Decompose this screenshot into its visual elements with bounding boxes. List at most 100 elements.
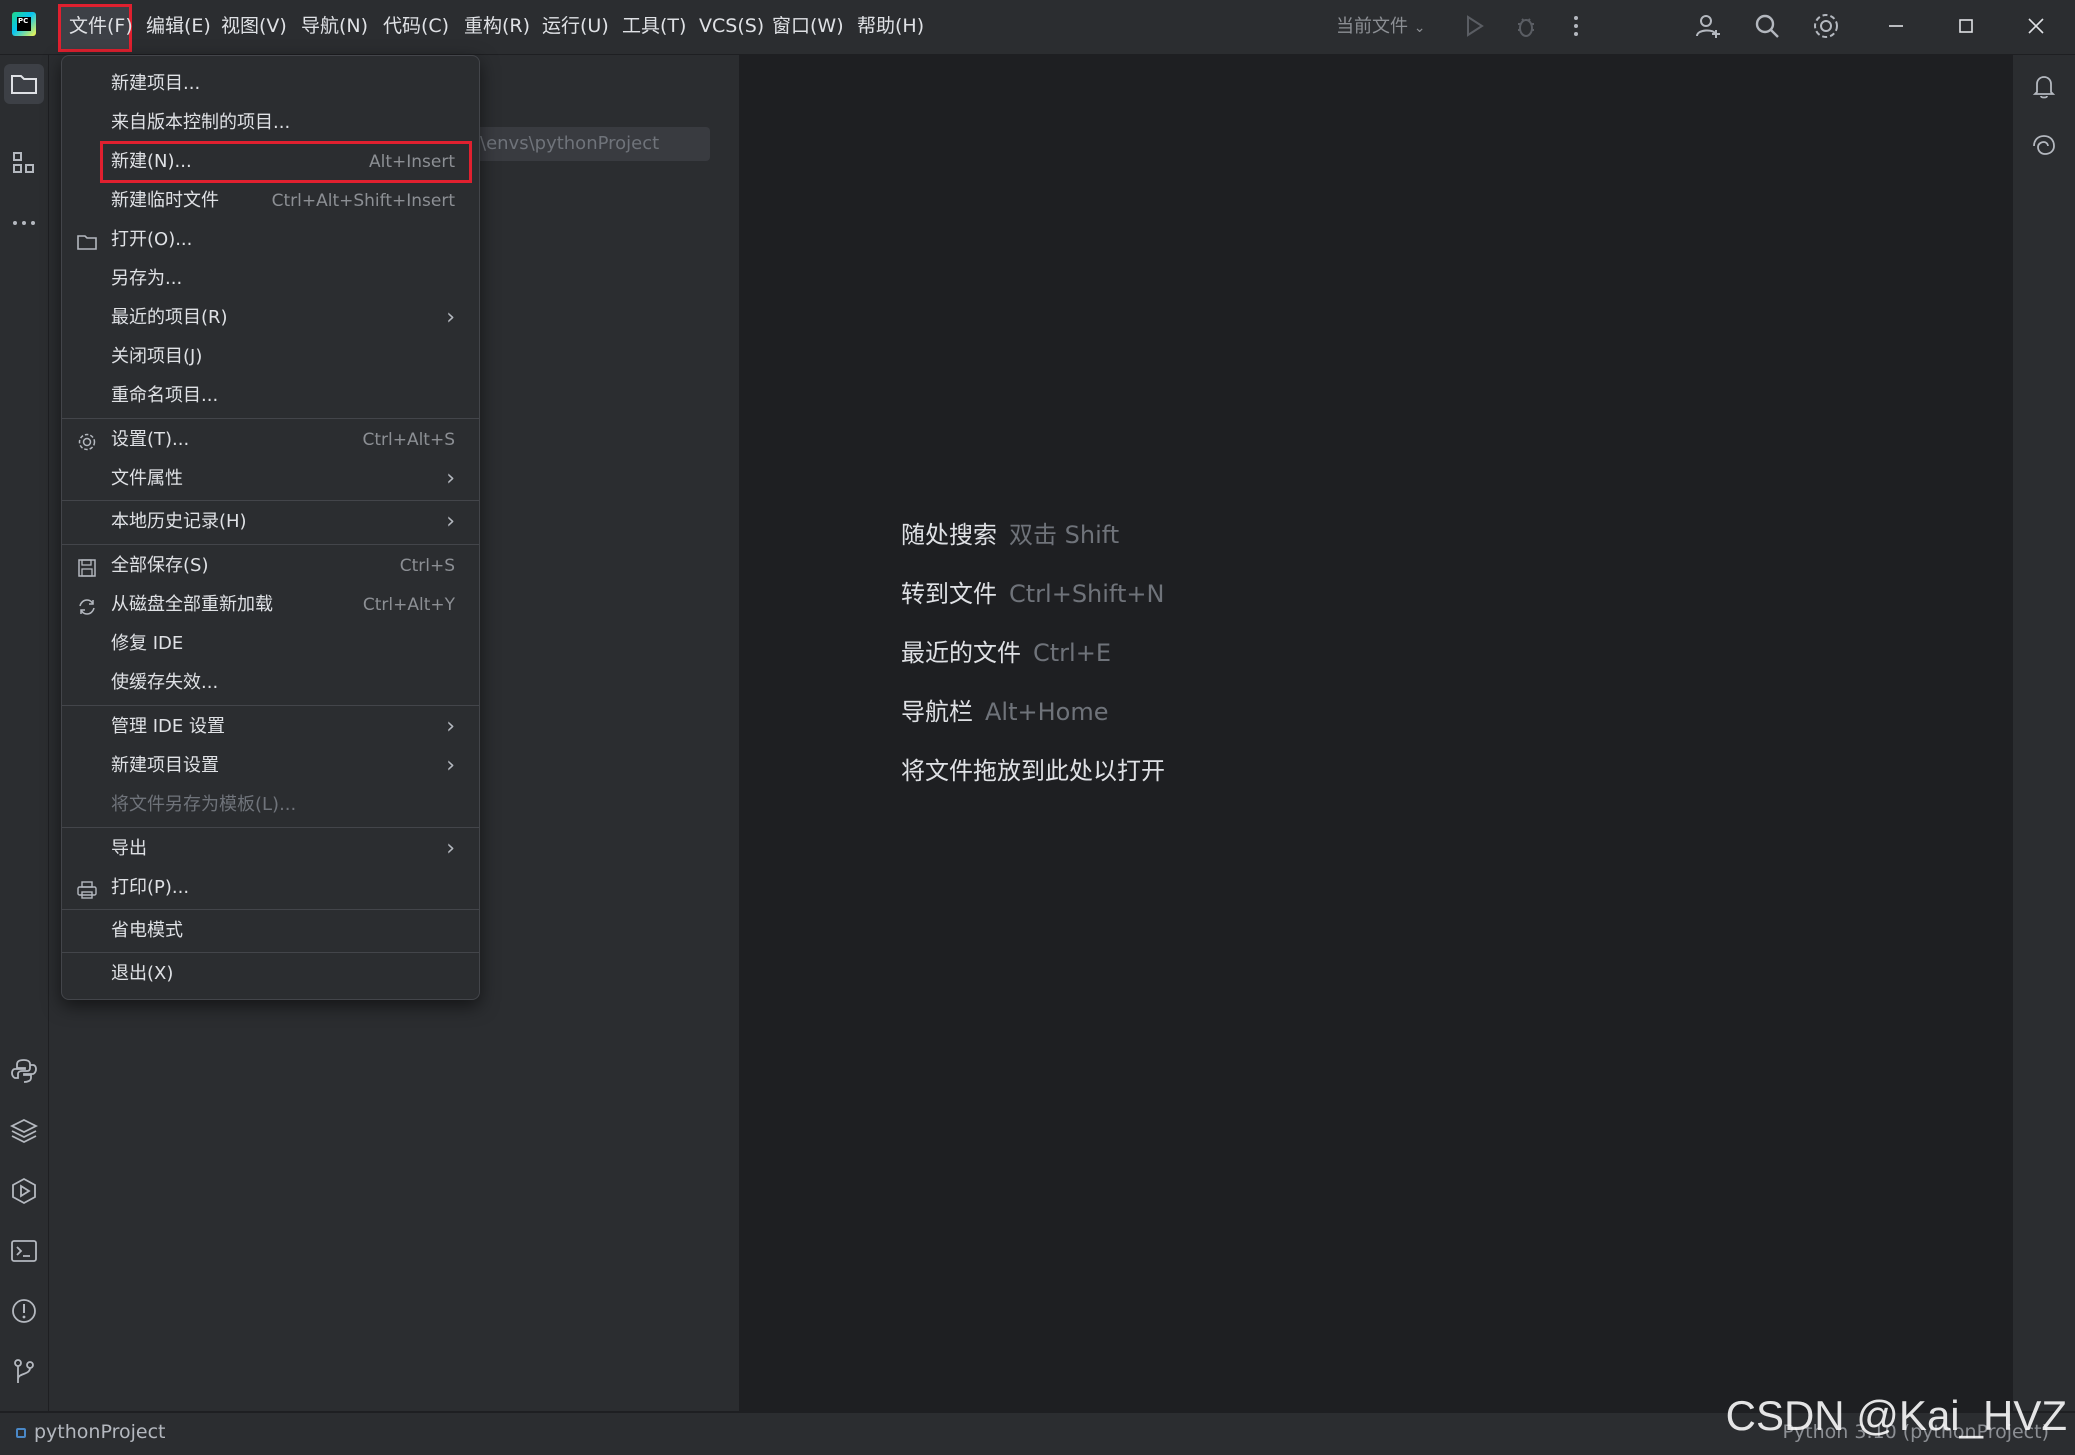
menu-refactor[interactable]: 重构(R) — [464, 12, 530, 40]
menu-item-settings[interactable]: 设置(T)... Ctrl+Alt+S — [70, 422, 471, 458]
menu-item-label: 新建临时文件 — [111, 190, 219, 211]
menu-tools[interactable]: 工具(T) — [622, 12, 686, 40]
chevron-right-icon: › — [446, 466, 455, 491]
menu-separator — [62, 909, 479, 910]
print-icon — [76, 878, 98, 900]
hint-navigation-bar: 导航栏 Alt+Home — [901, 692, 1108, 727]
hint-label: 将文件拖放到此处以打开 — [901, 757, 1165, 785]
structure-icon[interactable] — [8, 147, 40, 179]
menu-item-power-save-mode[interactable]: 省电模式 — [70, 913, 471, 949]
menu-item-open[interactable]: 打开(O)... — [70, 222, 471, 258]
menu-item-exit[interactable]: 退出(X) — [70, 956, 471, 992]
menu-item-label: 退出(X) — [111, 963, 174, 984]
terminal-icon[interactable] — [8, 1235, 40, 1267]
hint-key: 双击 Shift — [1009, 521, 1120, 549]
minimize-icon[interactable] — [1880, 10, 1912, 42]
services-run-icon[interactable] — [8, 1175, 40, 1207]
status-project-name[interactable]: pythonProject — [34, 1421, 165, 1443]
hint-label: 导航栏 — [901, 698, 973, 726]
menu-item-file-properties[interactable]: 文件属性 › — [70, 461, 471, 497]
menu-vcs[interactable]: VCS(S) — [699, 12, 764, 40]
menu-item-export[interactable]: 导出 › — [70, 831, 471, 867]
menu-item-print[interactable]: 打印(P)... — [70, 870, 471, 906]
run-config-label: 当前文件 — [1336, 16, 1408, 37]
menu-item-local-history[interactable]: 本地历史记录(H) › — [70, 504, 471, 540]
search-icon[interactable] — [1751, 10, 1783, 42]
menu-item-save-as[interactable]: 另存为... — [70, 261, 471, 297]
menu-item-save-all[interactable]: 全部保存(S) Ctrl+S — [70, 548, 471, 584]
menu-item-label: 另存为... — [111, 268, 183, 289]
add-user-icon[interactable] — [1692, 10, 1724, 42]
chevron-right-icon: › — [446, 305, 455, 330]
menu-item-shortcut: Ctrl+Alt+Y — [362, 595, 455, 615]
menu-separator — [62, 827, 479, 828]
menu-file[interactable]: 文件(F) — [69, 12, 133, 40]
menu-item-label: 省电模式 — [111, 920, 183, 941]
gear-icon — [76, 430, 98, 452]
menu-item-label: 将文件另存为模板(L)... — [111, 794, 297, 815]
menu-item-new-scratch-file[interactable]: 新建临时文件 Ctrl+Alt+Shift+Insert — [70, 183, 471, 219]
menu-run[interactable]: 运行(U) — [542, 12, 609, 40]
git-branch-icon[interactable] — [8, 1355, 40, 1387]
new-item-highlight — [100, 141, 472, 183]
ai-assistant-spiral-icon[interactable] — [2028, 130, 2060, 162]
editor-empty-area: 随处搜索 双击 Shift 转到文件 Ctrl+Shift+N 最近的文件 Ctrl+… — [740, 55, 2011, 1411]
menu-navigate[interactable]: 导航(N) — [301, 12, 368, 40]
chevron-right-icon: › — [446, 836, 455, 861]
gear-icon[interactable] — [1810, 10, 1842, 42]
menu-item-new-project-settings[interactable]: 新建项目设置 › — [70, 748, 471, 784]
notifications-bell-icon[interactable] — [2028, 70, 2060, 102]
menu-item-label: 新建项目... — [111, 73, 201, 94]
menu-item-label: 新建项目设置 — [111, 755, 219, 776]
project-path-field[interactable]: \envs\pythonProject — [474, 127, 710, 161]
hint-drop-files: 将文件拖放到此处以打开 — [901, 751, 1165, 786]
menu-item-label: 设置(T)... — [111, 429, 190, 450]
hint-label: 转到文件 — [901, 580, 997, 608]
debug-icon[interactable] — [1510, 10, 1542, 42]
menu-item-reload-all[interactable]: 从磁盘全部重新加载 Ctrl+Alt+Y — [70, 587, 471, 623]
menu-separator — [62, 952, 479, 953]
layers-icon[interactable] — [8, 1115, 40, 1147]
menu-view[interactable]: 视图(V) — [221, 12, 287, 40]
more-vertical-icon[interactable] — [1560, 10, 1592, 42]
menu-item-invalidate-caches[interactable]: 使缓存失效... — [70, 665, 471, 701]
hint-search-everywhere: 随处搜索 双击 Shift — [901, 515, 1119, 550]
menu-item-shortcut: Ctrl+S — [399, 556, 455, 576]
menu-item-label: 打印(P)... — [111, 877, 190, 898]
run-config-selector[interactable]: 当前文件 ⌄ — [1336, 12, 1425, 38]
menu-item-manage-ide-settings[interactable]: 管理 IDE 设置 › — [70, 709, 471, 745]
hint-goto-file: 转到文件 Ctrl+Shift+N — [901, 574, 1164, 609]
problems-icon[interactable] — [8, 1295, 40, 1327]
title-bar: PC 文件(F) 编辑(E) 视图(V) 导航(N) 代码(C) 重构(R) 运… — [0, 0, 2075, 55]
chevron-down-icon: ⌄ — [1413, 20, 1426, 36]
hint-key: Ctrl+E — [1033, 639, 1111, 667]
run-icon[interactable] — [1458, 10, 1490, 42]
menu-window[interactable]: 窗口(W) — [772, 12, 844, 40]
chevron-right-icon: › — [446, 509, 455, 534]
menu-item-rename-project[interactable]: 重命名项目... — [70, 378, 471, 414]
hint-recent-files: 最近的文件 Ctrl+E — [901, 633, 1111, 668]
menu-help[interactable]: 帮助(H) — [857, 12, 924, 40]
project-folder-icon[interactable] — [4, 64, 44, 104]
menu-code[interactable]: 代码(C) — [383, 12, 449, 40]
menu-item-repair-ide[interactable]: 修复 IDE — [70, 626, 471, 662]
file-menu-dropdown: 新建项目... 来自版本控制的项目... 新建(N)... Alt+Insert… — [61, 55, 480, 1000]
menu-item-label: 修复 IDE — [111, 633, 184, 654]
menu-separator — [62, 418, 479, 419]
menu-item-label: 从磁盘全部重新加载 — [111, 594, 273, 615]
maximize-icon[interactable] — [1950, 10, 1982, 42]
menu-item-label: 使缓存失效... — [111, 672, 219, 693]
python-console-icon[interactable] — [8, 1055, 40, 1087]
menu-item-new-project[interactable]: 新建项目... — [70, 66, 471, 102]
menu-item-project-from-vcs[interactable]: 来自版本控制的项目... — [70, 105, 471, 141]
menu-item-recent-projects[interactable]: 最近的项目(R) › — [70, 300, 471, 336]
more-horizontal-icon[interactable] — [8, 207, 40, 239]
close-icon[interactable] — [2020, 10, 2052, 42]
chevron-right-icon: › — [446, 753, 455, 778]
menu-item-close-project[interactable]: 关闭项目(J) — [70, 339, 471, 375]
menu-item-label: 全部保存(S) — [111, 555, 209, 576]
menu-item-label: 重命名项目... — [111, 385, 219, 406]
menu-edit[interactable]: 编辑(E) — [146, 12, 211, 40]
menu-separator — [62, 705, 479, 706]
folder-icon — [76, 230, 98, 252]
